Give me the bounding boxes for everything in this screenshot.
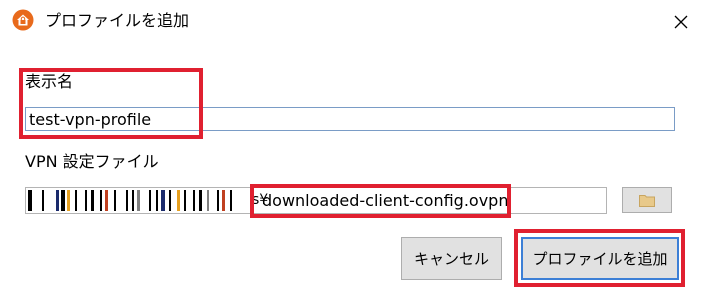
add-profile-button[interactable]: プロファイルを追加	[521, 237, 679, 280]
window-title: プロファイルを追加	[45, 11, 190, 30]
add-profile-dialog: プロファイルを追加 表示名 VPN 設定ファイル	[0, 0, 703, 302]
redacted-path	[28, 190, 250, 211]
close-button[interactable]	[664, 4, 698, 40]
home-lock-icon	[12, 9, 34, 31]
display-name-input[interactable]	[25, 107, 675, 131]
browse-button[interactable]	[622, 187, 672, 213]
close-icon	[674, 15, 688, 29]
vpn-file-name: downloaded-client-config.ovpn	[262, 191, 509, 210]
folder-icon	[639, 194, 655, 207]
vpn-file-label: VPN 設定ファイル	[25, 152, 159, 171]
display-name-label: 表示名	[25, 72, 74, 91]
title-bar: プロファイルを追加	[0, 0, 703, 44]
cancel-button[interactable]: キャンセル	[401, 237, 502, 280]
vpn-file-path-field[interactable]: s¥ downloaded-client-config.ovpn	[25, 187, 607, 214]
